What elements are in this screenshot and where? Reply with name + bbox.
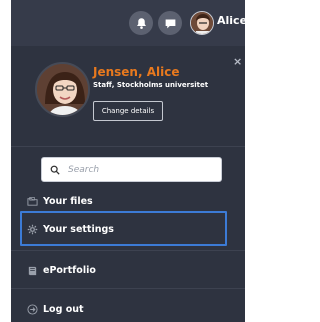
user-menu-panel: Alice × Jensen, Alice Staff, Stockholms … xyxy=(11,0,245,322)
search-box[interactable] xyxy=(41,157,222,182)
profile-avatar xyxy=(35,62,90,117)
search-input[interactable] xyxy=(68,164,218,175)
avatar[interactable] xyxy=(190,11,214,35)
gear-icon xyxy=(26,223,38,235)
divider xyxy=(11,288,245,289)
divider xyxy=(11,250,245,251)
profile-name: Jensen, Alice xyxy=(93,65,180,79)
menu-item-your-files[interactable]: Your files xyxy=(11,186,245,216)
divider xyxy=(11,146,245,147)
book-icon xyxy=(26,264,38,276)
menu-item-label: ePortfolio xyxy=(43,264,96,276)
menu-item-your-settings[interactable]: Your settings xyxy=(11,214,245,244)
menu-item-log-out[interactable]: Log out xyxy=(11,294,245,322)
menu-item-label: Your files xyxy=(43,195,93,207)
top-bar: Alice xyxy=(11,0,245,46)
search-icon xyxy=(50,165,60,175)
bell-icon xyxy=(135,17,148,30)
change-details-button[interactable]: Change details xyxy=(93,101,163,121)
folder-icon xyxy=(26,195,38,207)
notifications-button[interactable] xyxy=(129,11,153,35)
menu-item-label: Your settings xyxy=(43,223,114,235)
profile-organization: Staff, Stockholms universitet xyxy=(93,81,209,89)
header-user-name[interactable]: Alice xyxy=(217,14,245,27)
menu-item-eportfolio[interactable]: ePortfolio xyxy=(11,255,245,285)
messages-button[interactable] xyxy=(158,11,182,35)
close-icon[interactable]: × xyxy=(233,55,242,68)
menu-item-label: Log out xyxy=(43,303,84,315)
chat-icon xyxy=(164,17,177,30)
logout-icon xyxy=(26,303,38,315)
